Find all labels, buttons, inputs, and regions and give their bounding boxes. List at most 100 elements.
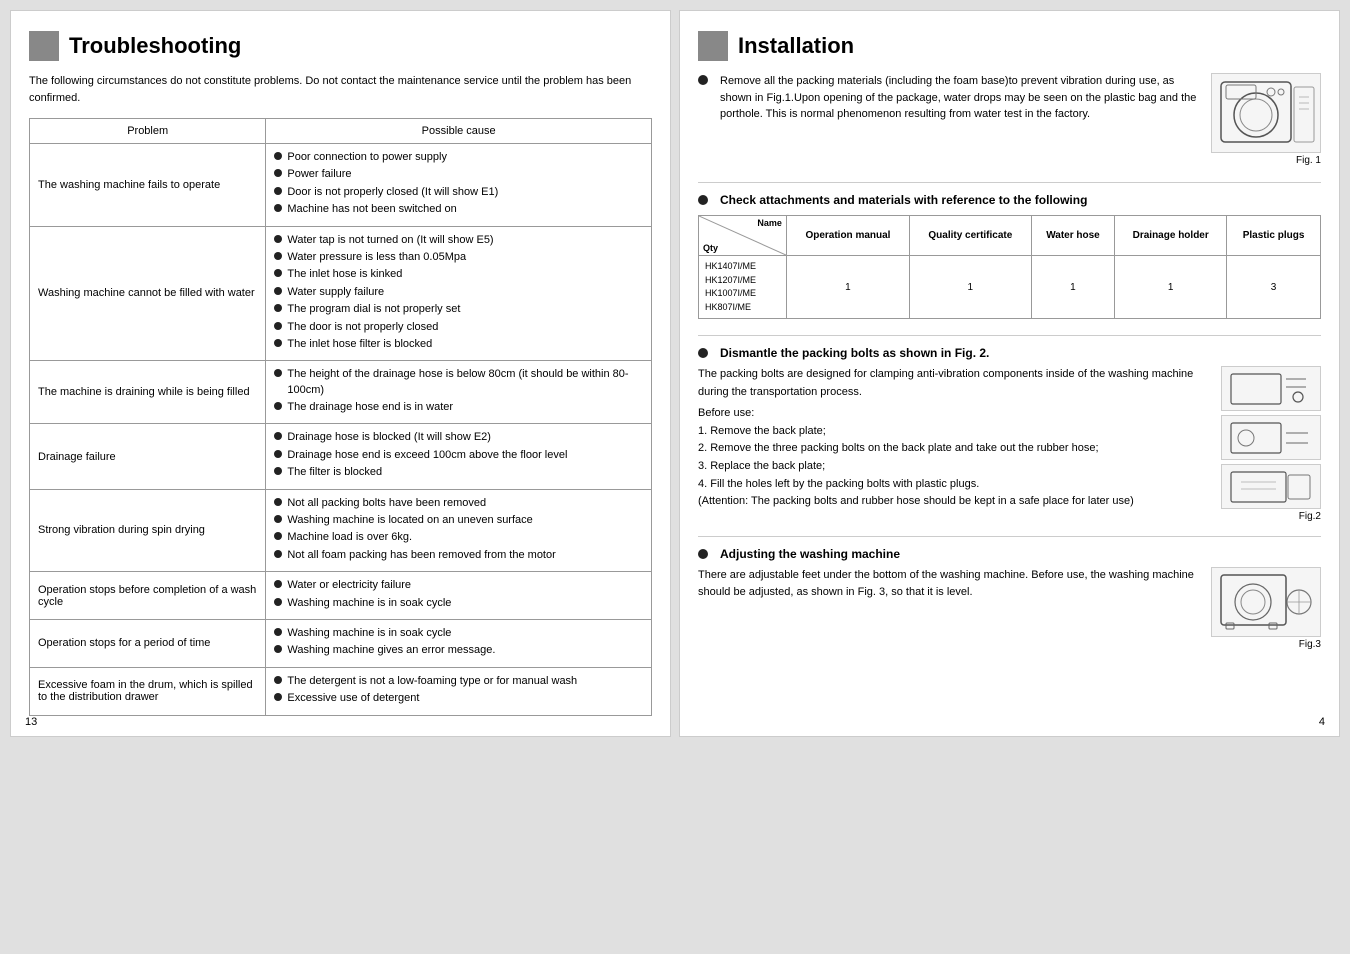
troubleshooting-title: Troubleshooting — [69, 33, 241, 59]
col-water-hose: Water hose — [1031, 216, 1115, 256]
materials-table: Name Qty Operation manual Quality certif… — [698, 215, 1321, 319]
col-qty-label: Qty — [703, 243, 718, 253]
bullet-dot — [274, 339, 282, 347]
bullet-dot — [274, 187, 282, 195]
trouble-problem: Strong vibration during spin drying — [30, 489, 266, 572]
dismantle-svg-3 — [1226, 467, 1316, 507]
col-drainage: Drainage holder — [1115, 216, 1227, 256]
cause-text: Washing machine is in soak cycle — [287, 596, 451, 611]
cause-text: Excessive use of detergent — [287, 691, 419, 706]
trouble-problem: The washing machine fails to operate — [30, 144, 266, 227]
col-problem-header: Problem — [30, 119, 266, 144]
installation-header: Installation — [698, 31, 1321, 61]
install-text-1: Remove all the packing materials (includ… — [720, 73, 1201, 123]
models-cell: HK1407I/MEHK1207I/MEHK1007I/MEHK807I/ME — [699, 256, 787, 319]
cause-text: Water supply failure — [287, 285, 384, 300]
cause-text: Machine load is over 6kg. — [287, 530, 412, 545]
bullet-dot — [274, 693, 282, 701]
install-section-3: Dismantle the packing bolts as shown in … — [698, 346, 1321, 522]
trouble-causes: The height of the drainage hose is below… — [266, 361, 652, 424]
dismantle-step3: 3. Replace the back plate; — [698, 458, 1211, 476]
trouble-row: Operation stops before completion of a w… — [30, 572, 652, 620]
bullet-dot — [274, 498, 282, 506]
cause-item: The program dial is not properly set — [274, 302, 643, 317]
dismantle-img-3 — [1221, 464, 1321, 509]
plastic-val: 3 — [1227, 256, 1321, 319]
cause-text: Poor connection to power supply — [287, 150, 447, 165]
trouble-problem: Washing machine cannot be filled with wa… — [30, 226, 266, 361]
dismantle-step2: 2. Remove the three packing bolts on the… — [698, 440, 1211, 458]
cause-item: Excessive use of detergent — [274, 691, 643, 706]
cause-item: Door is not properly closed (It will sho… — [274, 185, 643, 200]
cause-text: Not all foam packing has been removed fr… — [287, 548, 555, 563]
cause-item: The drainage hose end is in water — [274, 400, 643, 415]
trouble-causes: Not all packing bolts have been removed W… — [266, 489, 652, 572]
materials-row: HK1407I/MEHK1207I/MEHK1007I/MEHK807I/ME … — [699, 256, 1321, 319]
install-header-accent-box — [698, 31, 728, 61]
bullet-dot — [274, 322, 282, 330]
trouble-problem: The machine is draining while is being f… — [30, 361, 266, 424]
water-hose-val: 1 — [1031, 256, 1115, 319]
bullet-3 — [698, 348, 708, 358]
cause-item: Machine has not been switched on — [274, 202, 643, 217]
trouble-causes: Washing machine is in soak cycleWashing … — [266, 619, 652, 667]
bullet-dot — [274, 235, 282, 243]
cause-text: Power failure — [287, 167, 351, 182]
bullet-1 — [698, 75, 708, 85]
trouble-row: Washing machine cannot be filled with wa… — [30, 226, 652, 361]
trouble-row: The washing machine fails to operate Poor… — [30, 144, 652, 227]
install-section-1-content: Remove all the packing materials (includ… — [698, 73, 1321, 166]
cause-item: The inlet hose is kinked — [274, 267, 643, 282]
cause-text: Water pressure is less than 0.05Mpa — [287, 250, 466, 265]
bullet-dot — [274, 645, 282, 653]
cause-item: Drainage hose end is exceed 100cm above … — [274, 448, 643, 463]
cause-item: Water pressure is less than 0.05Mpa — [274, 250, 643, 265]
cause-item: Water tap is not turned on (It will show… — [274, 233, 643, 248]
trouble-causes: Water or electricity failureWashing mach… — [266, 572, 652, 620]
cause-text: Not all packing bolts have been removed — [287, 496, 486, 511]
install-section-1: Remove all the packing materials (includ… — [698, 73, 1321, 166]
diagonal-header: Name Qty — [699, 216, 787, 256]
cause-text: The inlet hose filter is blocked — [287, 337, 432, 352]
bullet-2 — [698, 195, 708, 205]
cause-text: The inlet hose is kinked — [287, 267, 402, 282]
adjust-content: There are adjustable feet under the bott… — [698, 567, 1321, 650]
drainage-val: 1 — [1115, 256, 1227, 319]
dismantle-step1: 1. Remove the back plate; — [698, 423, 1211, 441]
trouble-problem: Operation stops before completion of a w… — [30, 572, 266, 620]
cause-item: Water supply failure — [274, 285, 643, 300]
cause-item: Washing machine is in soak cycle — [274, 596, 643, 611]
dismantle-figs-container: Fig.2 — [1221, 366, 1321, 522]
fig2-label: Fig.2 — [1221, 511, 1321, 522]
bullet-dot — [274, 467, 282, 475]
installation-title: Installation — [738, 33, 854, 59]
bullet-dot — [274, 432, 282, 440]
trouble-row: Drainage failureDrainage hose is blocked… — [30, 424, 652, 489]
install-header-3: Dismantle the packing bolts as shown in … — [720, 346, 989, 360]
cause-item: The filter is blocked — [274, 465, 643, 480]
col-cause-header: Possible cause — [266, 119, 652, 144]
trouble-causes: Water tap is not turned on (It will show… — [266, 226, 652, 361]
install-section-2: Check attachments and materials with ref… — [698, 193, 1321, 319]
troubleshooting-header: Troubleshooting — [29, 31, 652, 61]
cause-text: Washing machine is located on an uneven … — [287, 513, 532, 528]
cause-item: Drainage hose is blocked (It will show E… — [274, 430, 643, 445]
bullet-dot — [274, 515, 282, 523]
dismantle-img-2 — [1221, 415, 1321, 460]
col-quality: Quality certificate — [909, 216, 1031, 256]
cause-item: The detergent is not a low-foaming type … — [274, 674, 643, 689]
bullet-dot — [274, 152, 282, 160]
install-fig1-container: Fig. 1 — [1211, 73, 1321, 166]
troubleshooting-page: Troubleshooting The following circumstan… — [10, 10, 671, 737]
header-accent-box — [29, 31, 59, 61]
cause-text: The door is not properly closed — [287, 320, 438, 335]
col-name-label: Name — [757, 218, 782, 228]
bullet-4 — [698, 549, 708, 559]
trouble-causes: Drainage hose is blocked (It will show E… — [266, 424, 652, 489]
cause-item: The door is not properly closed — [274, 320, 643, 335]
dismantle-attention: (Attention: The packing bolts and rubber… — [698, 493, 1211, 511]
install-fig1-image — [1211, 73, 1321, 153]
page-number-right: 4 — [1319, 716, 1325, 728]
dismantle-svg-2 — [1226, 418, 1316, 458]
cause-item: Washing machine is located on an uneven … — [274, 513, 643, 528]
